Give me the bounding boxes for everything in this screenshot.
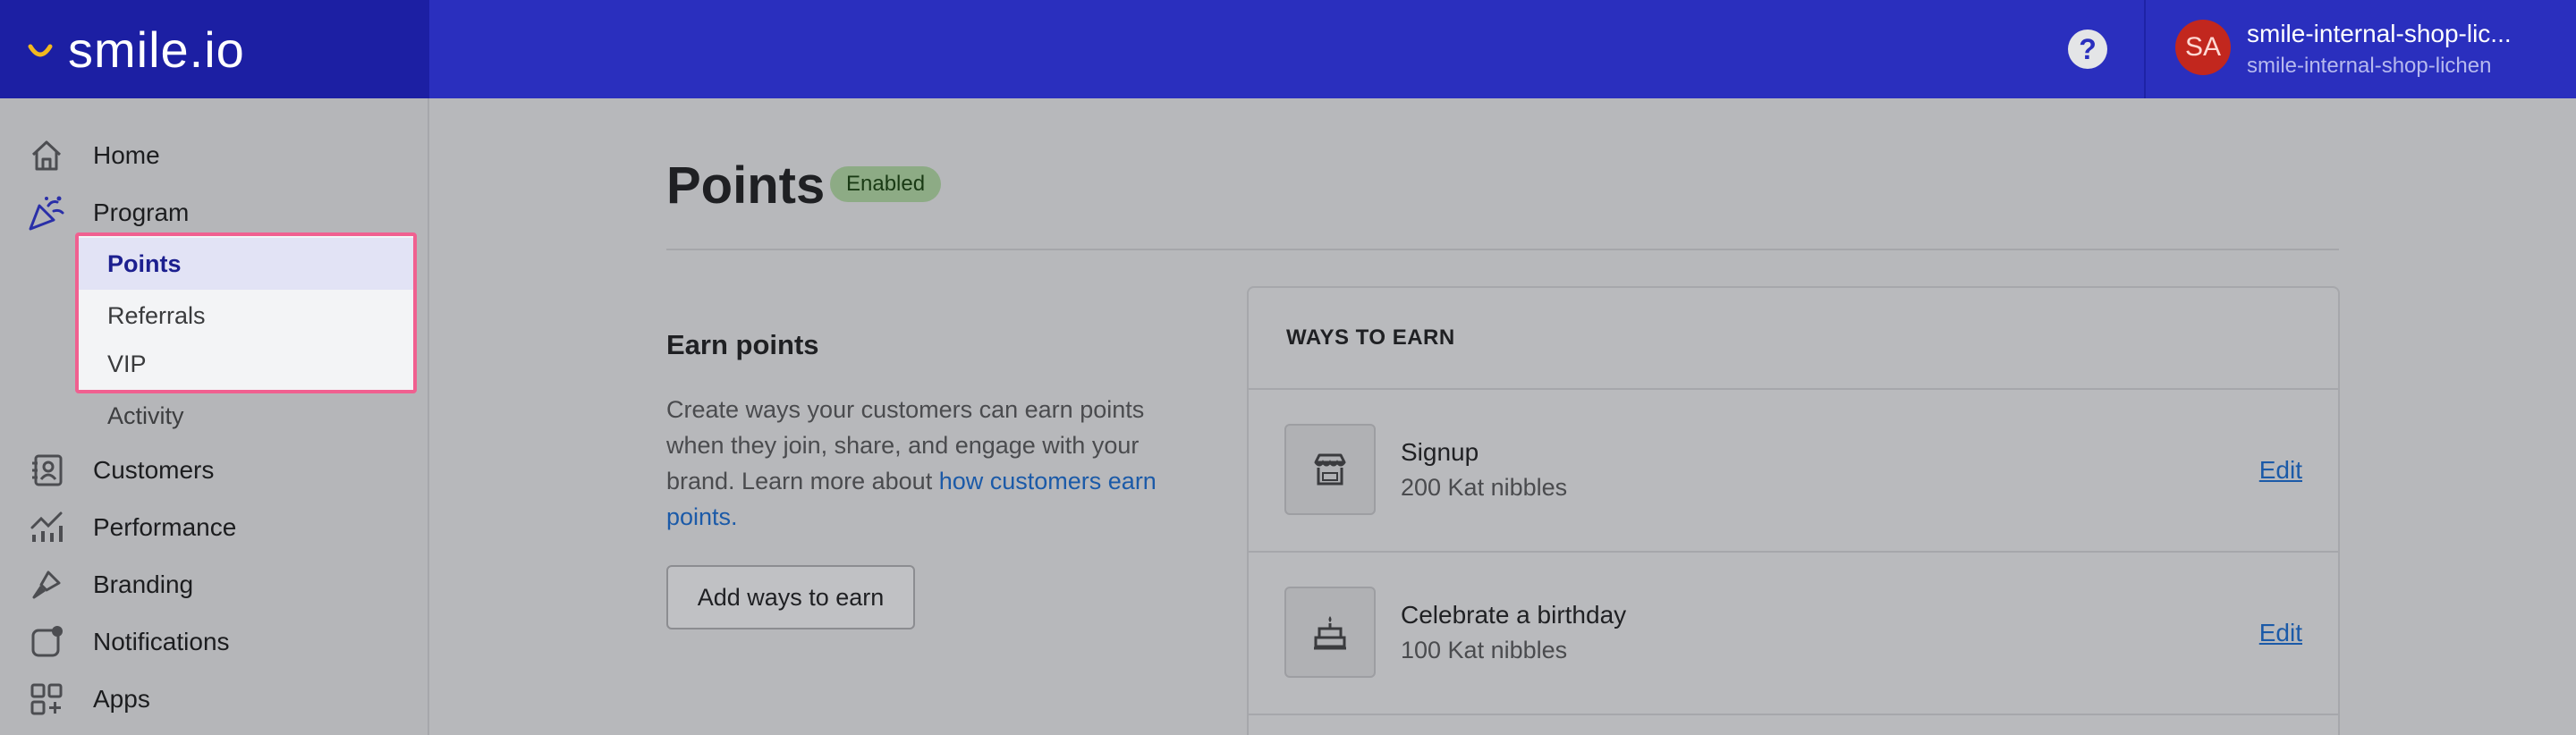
sidebar: Home Program Points Referrals VIP Activi… [0, 98, 429, 735]
ways-to-earn-heading: WAYS TO EARN [1286, 325, 1455, 350]
help-icon[interactable]: ? [2068, 30, 2107, 69]
sidebar-subitem-activity[interactable]: Activity [107, 402, 184, 430]
earn-rule-title: Celebrate a birthday [1401, 601, 1627, 629]
edit-link[interactable]: Edit [2259, 619, 2302, 647]
earn-rule-title: Signup [1401, 438, 1479, 466]
sidebar-subitem-vip[interactable]: VIP [79, 338, 413, 390]
contacts-icon [27, 451, 66, 490]
sidebar-item-branding[interactable]: Branding [27, 565, 193, 604]
earn-rule-reward: 200 Kat nibbles [1401, 474, 1568, 501]
earn-points-heading: Earn points [666, 329, 819, 360]
sidebar-item-label: Performance [93, 513, 237, 541]
card-divider [1249, 714, 2338, 715]
shop-name[interactable]: smile-internal-shop-lic... [2247, 20, 2512, 48]
ways-to-earn-card: WAYS TO EARN Signup 200 Kat nibbles Edit… [1247, 286, 2340, 735]
list-item: Celebrate a birthday 100 Kat nibbles Edi… [1249, 553, 2338, 714]
brand-name: smile.io [68, 21, 245, 78]
sidebar-item-notifications[interactable]: Notifications [27, 622, 230, 662]
program-submenu-highlight: Points Referrals VIP [75, 232, 417, 393]
storefront-icon [1284, 424, 1376, 515]
paintbrush-icon [27, 565, 66, 604]
notification-icon [27, 622, 66, 662]
edit-link[interactable]: Edit [2259, 456, 2302, 485]
earn-rule-reward: 100 Kat nibbles [1401, 637, 1568, 663]
sidebar-item-label: Home [93, 141, 160, 169]
apps-icon [27, 680, 66, 719]
chart-icon [27, 508, 66, 547]
top-bar: smile.io ? SA smile-internal-shop-lic...… [0, 0, 2576, 98]
brand-logo[interactable]: smile.io [0, 0, 429, 98]
shop-handle: smile-internal-shop-lichen [2247, 54, 2492, 78]
home-icon [27, 136, 66, 175]
sidebar-subitem-referrals[interactable]: Referrals [79, 290, 413, 342]
sidebar-item-performance[interactable]: Performance [27, 508, 236, 547]
smile-logo-icon [28, 44, 53, 57]
birthday-cake-icon [1284, 587, 1376, 678]
sidebar-item-label: Branding [93, 570, 194, 598]
sidebar-item-label: Program [93, 199, 190, 226]
add-ways-to-earn-button[interactable]: Add ways to earn [666, 565, 915, 629]
sidebar-item-label: Notifications [93, 628, 230, 655]
header-divider [2144, 0, 2146, 98]
earn-points-description: Create ways your customers can earn poin… [666, 392, 1185, 535]
sidebar-item-program[interactable]: Program [27, 193, 189, 232]
sidebar-item-label: Customers [93, 456, 215, 484]
list-item: Signup 200 Kat nibbles Edit [1249, 390, 2338, 551]
title-divider [666, 249, 2339, 250]
sidebar-item-label: Apps [93, 685, 150, 713]
party-popper-icon [27, 193, 66, 232]
sidebar-item-apps[interactable]: Apps [27, 680, 150, 719]
sidebar-subitem-points[interactable]: Points [79, 238, 413, 290]
avatar[interactable]: SA [2175, 20, 2231, 75]
sidebar-item-customers[interactable]: Customers [27, 451, 214, 490]
status-badge: Enabled [830, 166, 942, 202]
page-title: Points [666, 156, 826, 215]
sidebar-item-home[interactable]: Home [27, 136, 160, 175]
